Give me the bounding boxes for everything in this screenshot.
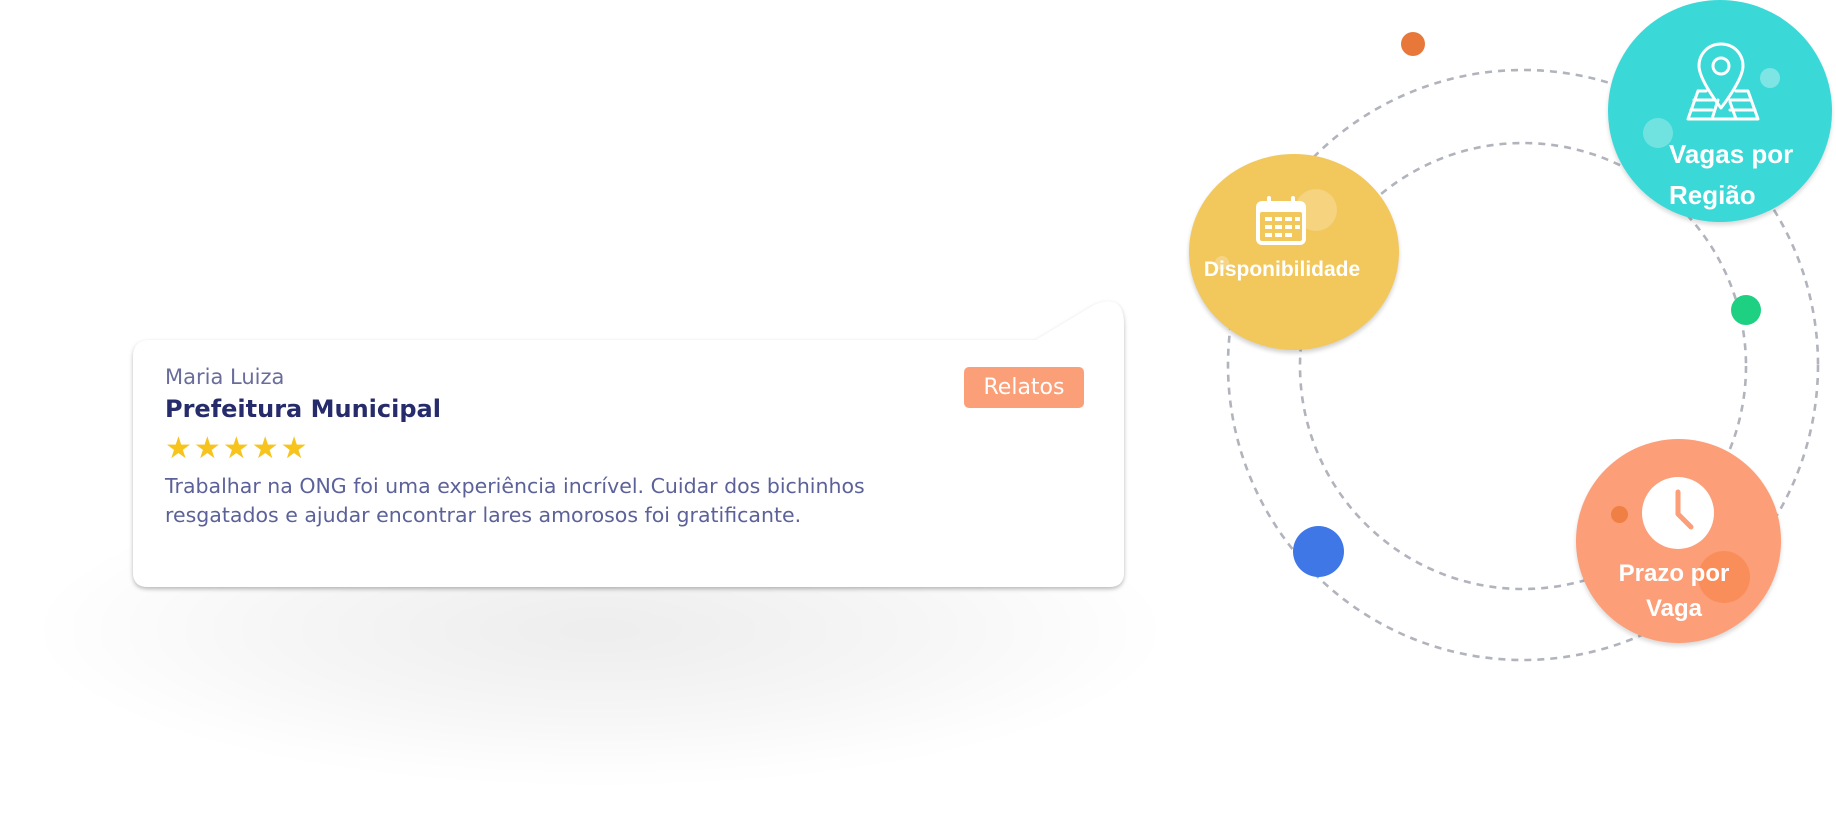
blue-dot xyxy=(1293,526,1344,577)
region-label-line1: Vagas por xyxy=(1669,139,1794,169)
region-circle[interactable]: Vagas por Região xyxy=(1608,0,1832,222)
deadline-label: Prazo por Vaga xyxy=(1576,556,1772,626)
green-dot xyxy=(1731,295,1761,325)
deadline-label-line1: Prazo por xyxy=(1618,560,1730,587)
calendar-icon xyxy=(1256,196,1306,245)
map-pin-icon xyxy=(1686,42,1760,121)
orbit-rings xyxy=(1226,68,1820,662)
deadline-circle[interactable]: Prazo por Vaga xyxy=(1576,439,1781,643)
region-label-line2: Região xyxy=(1669,180,1756,210)
region-label: Vagas por Região xyxy=(1669,134,1809,216)
decor-bubble xyxy=(1611,506,1628,523)
availability-label: Disponibilidade xyxy=(1203,258,1361,281)
availability-circle[interactable]: Disponibilidade xyxy=(1189,154,1399,350)
orange-dot xyxy=(1401,32,1425,56)
clock-icon xyxy=(1642,477,1714,549)
deadline-label-line2: Vaga xyxy=(1645,595,1703,622)
